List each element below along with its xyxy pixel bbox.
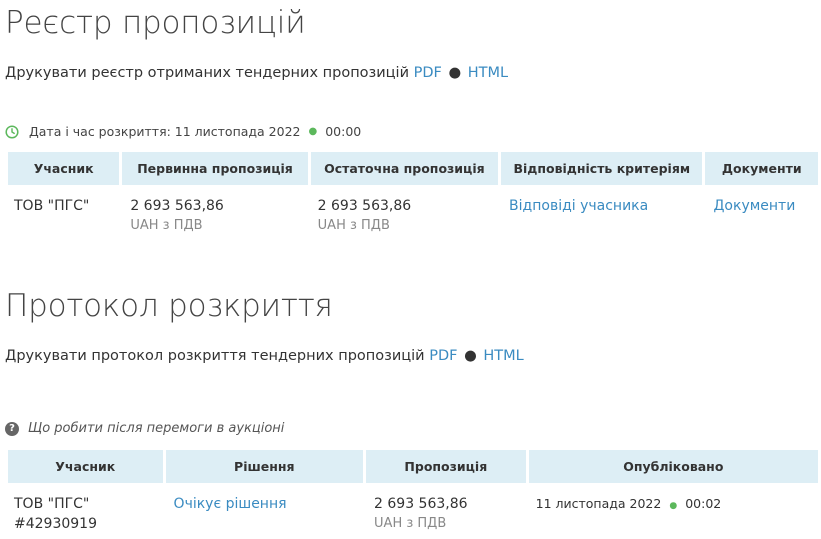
opening-time: 00:00 [325,124,362,139]
participant-answers-link[interactable]: Відповіді учасника [509,198,648,214]
participant-id: #42930919 [14,516,97,532]
opening-date-label: Дата і час розкриття: 11 листопада 2022 [29,124,301,139]
participant-name: ТОВ "ПГС" [14,198,90,214]
col-participant: Учасник [8,450,163,483]
registry-print-line: Друкувати реєстр отриманих тендерних про… [5,65,508,81]
protocol-html-link[interactable]: HTML [483,348,523,364]
help-text[interactable]: Що робити після перемоги в аукціоні [28,421,284,436]
protocol-print-line: Друкувати протокол розкриття тендерних п… [5,348,524,364]
protocol-header-row: Учасник Рішення Пропозиція Опубліковано [8,450,818,483]
participant-name: ТОВ "ПГС" [14,496,90,512]
registry-print-text: Друкувати реєстр отриманих тендерних про… [5,65,409,81]
protocol-print-text: Друкувати протокол розкриття тендерних п… [5,348,425,364]
col-final-offer: Остаточна пропозиція [310,152,499,185]
initial-currency: UAH з ПДВ [130,218,203,233]
question-icon: ? [5,421,19,436]
registry-html-link[interactable]: HTML [468,65,508,81]
table-row: ТОВ "ПГС" 2 693 563,86 UAH з ПДВ 2 693 5… [8,185,818,236]
clock-icon [5,124,19,139]
published-time: 00:02 [685,496,722,511]
offer-currency: UAH з ПДВ [374,516,447,531]
final-currency: UAH з ПДВ [317,218,390,233]
registry-title: Реєстр пропозицій [5,5,306,41]
registry-header-row: Учасник Первинна пропозиція Остаточна пр… [8,152,818,185]
offer-amount: 2 693 563,86 [374,496,468,512]
col-initial-offer: Первинна пропозиція [122,152,308,185]
col-criteria: Відповідність критеріям [501,152,703,185]
initial-offer-cell: 2 693 563,86 UAH з ПДВ [122,185,307,236]
protocol-table: Учасник Рішення Пропозиція Опубліковано … [5,450,821,534]
col-participant: Учасник [8,152,120,185]
offer-cell: 2 693 563,86 UAH з ПДВ [366,483,526,534]
published-cell: 11 листопада 2022 ● 00:02 [529,483,818,534]
protocol-title: Протокол розкриття [5,288,333,324]
initial-amount: 2 693 563,86 [130,198,224,214]
bullet-separator: ● [448,65,462,81]
documents-cell: Документи [705,185,818,236]
dot-separator: ● [669,501,678,511]
col-documents: Документи [705,152,818,185]
col-published: Опубліковано [528,450,818,483]
bullet-separator: ● [464,348,477,364]
participant-cell: ТОВ "ПГС" [8,185,119,236]
col-offer: Пропозиція [366,450,526,483]
protocol-pdf-link[interactable]: PDF [429,348,457,364]
decision-cell: Очікує рішення [166,483,363,534]
table-row: ТОВ "ПГС" #42930919 Очікує рішення 2 693… [8,483,818,534]
registry-pdf-link[interactable]: PDF [414,65,442,81]
final-offer-cell: 2 693 563,86 UAH з ПДВ [311,185,498,236]
documents-link[interactable]: Документи [713,198,795,214]
participant-cell: ТОВ "ПГС" #42930919 [8,483,163,534]
awaiting-decision-link[interactable]: Очікує рішення [174,496,287,512]
registry-table: Учасник Первинна пропозиція Остаточна пр… [5,152,821,236]
col-decision: Рішення [165,450,364,483]
final-amount: 2 693 563,86 [317,198,412,214]
published-date: 11 листопада 2022 [535,496,662,511]
opening-datetime: Дата і час розкриття: 11 листопада 2022 … [5,124,361,139]
help-link-row[interactable]: ? Що робити після перемоги в аукціоні [5,421,284,436]
criteria-cell: Відповіді учасника [501,185,702,236]
dot-separator: ● [308,126,318,137]
